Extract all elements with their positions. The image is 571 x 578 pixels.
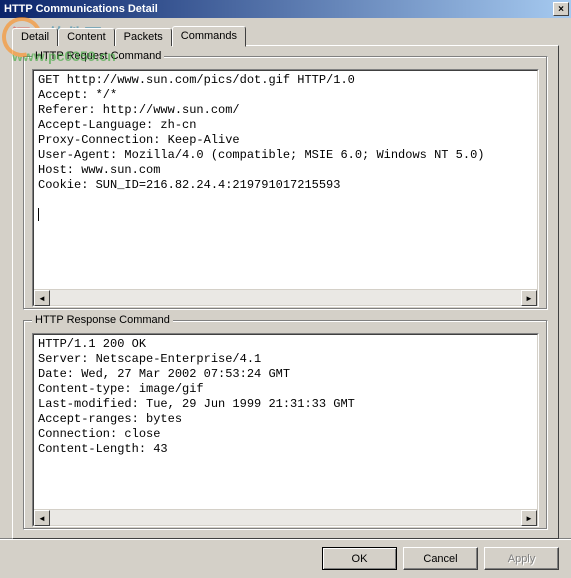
- scroll-left-icon[interactable]: ◄: [34, 510, 50, 526]
- scroll-track[interactable]: [50, 510, 521, 525]
- window-title: HTTP Communications Detail: [4, 3, 553, 15]
- tab-detail[interactable]: Detail: [12, 28, 58, 46]
- response-textbox[interactable]: HTTP/1.1 200 OK Server: Netscape-Enterpr…: [34, 335, 537, 509]
- tab-content[interactable]: Content: [58, 28, 115, 46]
- tab-packets[interactable]: Packets: [115, 28, 172, 46]
- request-hscrollbar[interactable]: ◄ ►: [34, 289, 537, 305]
- request-textbox[interactable]: GET http://www.sun.com/pics/dot.gif HTTP…: [34, 71, 537, 289]
- request-textbox-wrap: GET http://www.sun.com/pics/dot.gif HTTP…: [32, 69, 539, 307]
- tab-strip: Detail Content Packets Commands: [12, 26, 559, 46]
- scroll-right-icon[interactable]: ►: [521, 290, 537, 306]
- close-icon: ×: [558, 4, 564, 15]
- tab-panel-commands: HTTP Request Command GET http://www.sun.…: [12, 45, 559, 539]
- response-hscrollbar[interactable]: ◄ ►: [34, 509, 537, 525]
- scroll-left-icon[interactable]: ◄: [34, 290, 50, 306]
- apply-button: Apply: [484, 547, 559, 570]
- response-legend: HTTP Response Command: [32, 314, 173, 326]
- text-cursor: [38, 208, 39, 221]
- response-fieldset: HTTP Response Command HTTP/1.1 200 OK Se…: [23, 320, 548, 530]
- scroll-right-icon[interactable]: ►: [521, 510, 537, 526]
- content-area: Detail Content Packets Commands HTTP Req…: [0, 18, 571, 538]
- response-textbox-wrap: HTTP/1.1 200 OK Server: Netscape-Enterpr…: [32, 333, 539, 527]
- ok-button[interactable]: OK: [322, 547, 397, 570]
- request-legend: HTTP Request Command: [32, 50, 164, 62]
- tab-commands[interactable]: Commands: [172, 26, 246, 47]
- button-bar: OK Cancel Apply: [0, 538, 571, 578]
- scroll-track[interactable]: [50, 290, 521, 305]
- close-button[interactable]: ×: [553, 2, 569, 16]
- request-fieldset: HTTP Request Command GET http://www.sun.…: [23, 56, 548, 310]
- cancel-button[interactable]: Cancel: [403, 547, 478, 570]
- titlebar: HTTP Communications Detail ×: [0, 0, 571, 18]
